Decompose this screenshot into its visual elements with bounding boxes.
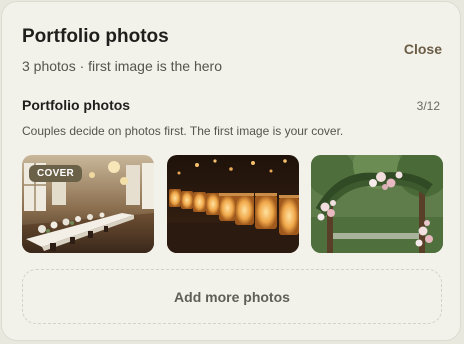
helper-text: Couples decide on photos first. The firs… — [22, 124, 344, 138]
photo-count: 3/12 — [416, 99, 440, 113]
cover-badge: COVER — [29, 165, 83, 182]
photo-thumbnail-3[interactable] — [311, 155, 443, 253]
panel-subtitle: 3 photos · first image is the hero — [22, 58, 222, 74]
panel-title: Portfolio photos — [22, 26, 169, 47]
portfolio-photos-panel: Portfolio photos 3 photos · first image … — [1, 1, 461, 341]
photo-thumbnail-cover[interactable]: COVER — [22, 155, 154, 253]
floral-arch-image — [311, 155, 443, 253]
add-more-photos-button[interactable]: Add more photos — [22, 269, 442, 324]
close-button[interactable]: Close — [404, 40, 442, 58]
candle-jars-image — [167, 155, 299, 253]
section-title: Portfolio photos — [22, 97, 131, 113]
photo-thumbnail-2[interactable] — [167, 155, 299, 253]
